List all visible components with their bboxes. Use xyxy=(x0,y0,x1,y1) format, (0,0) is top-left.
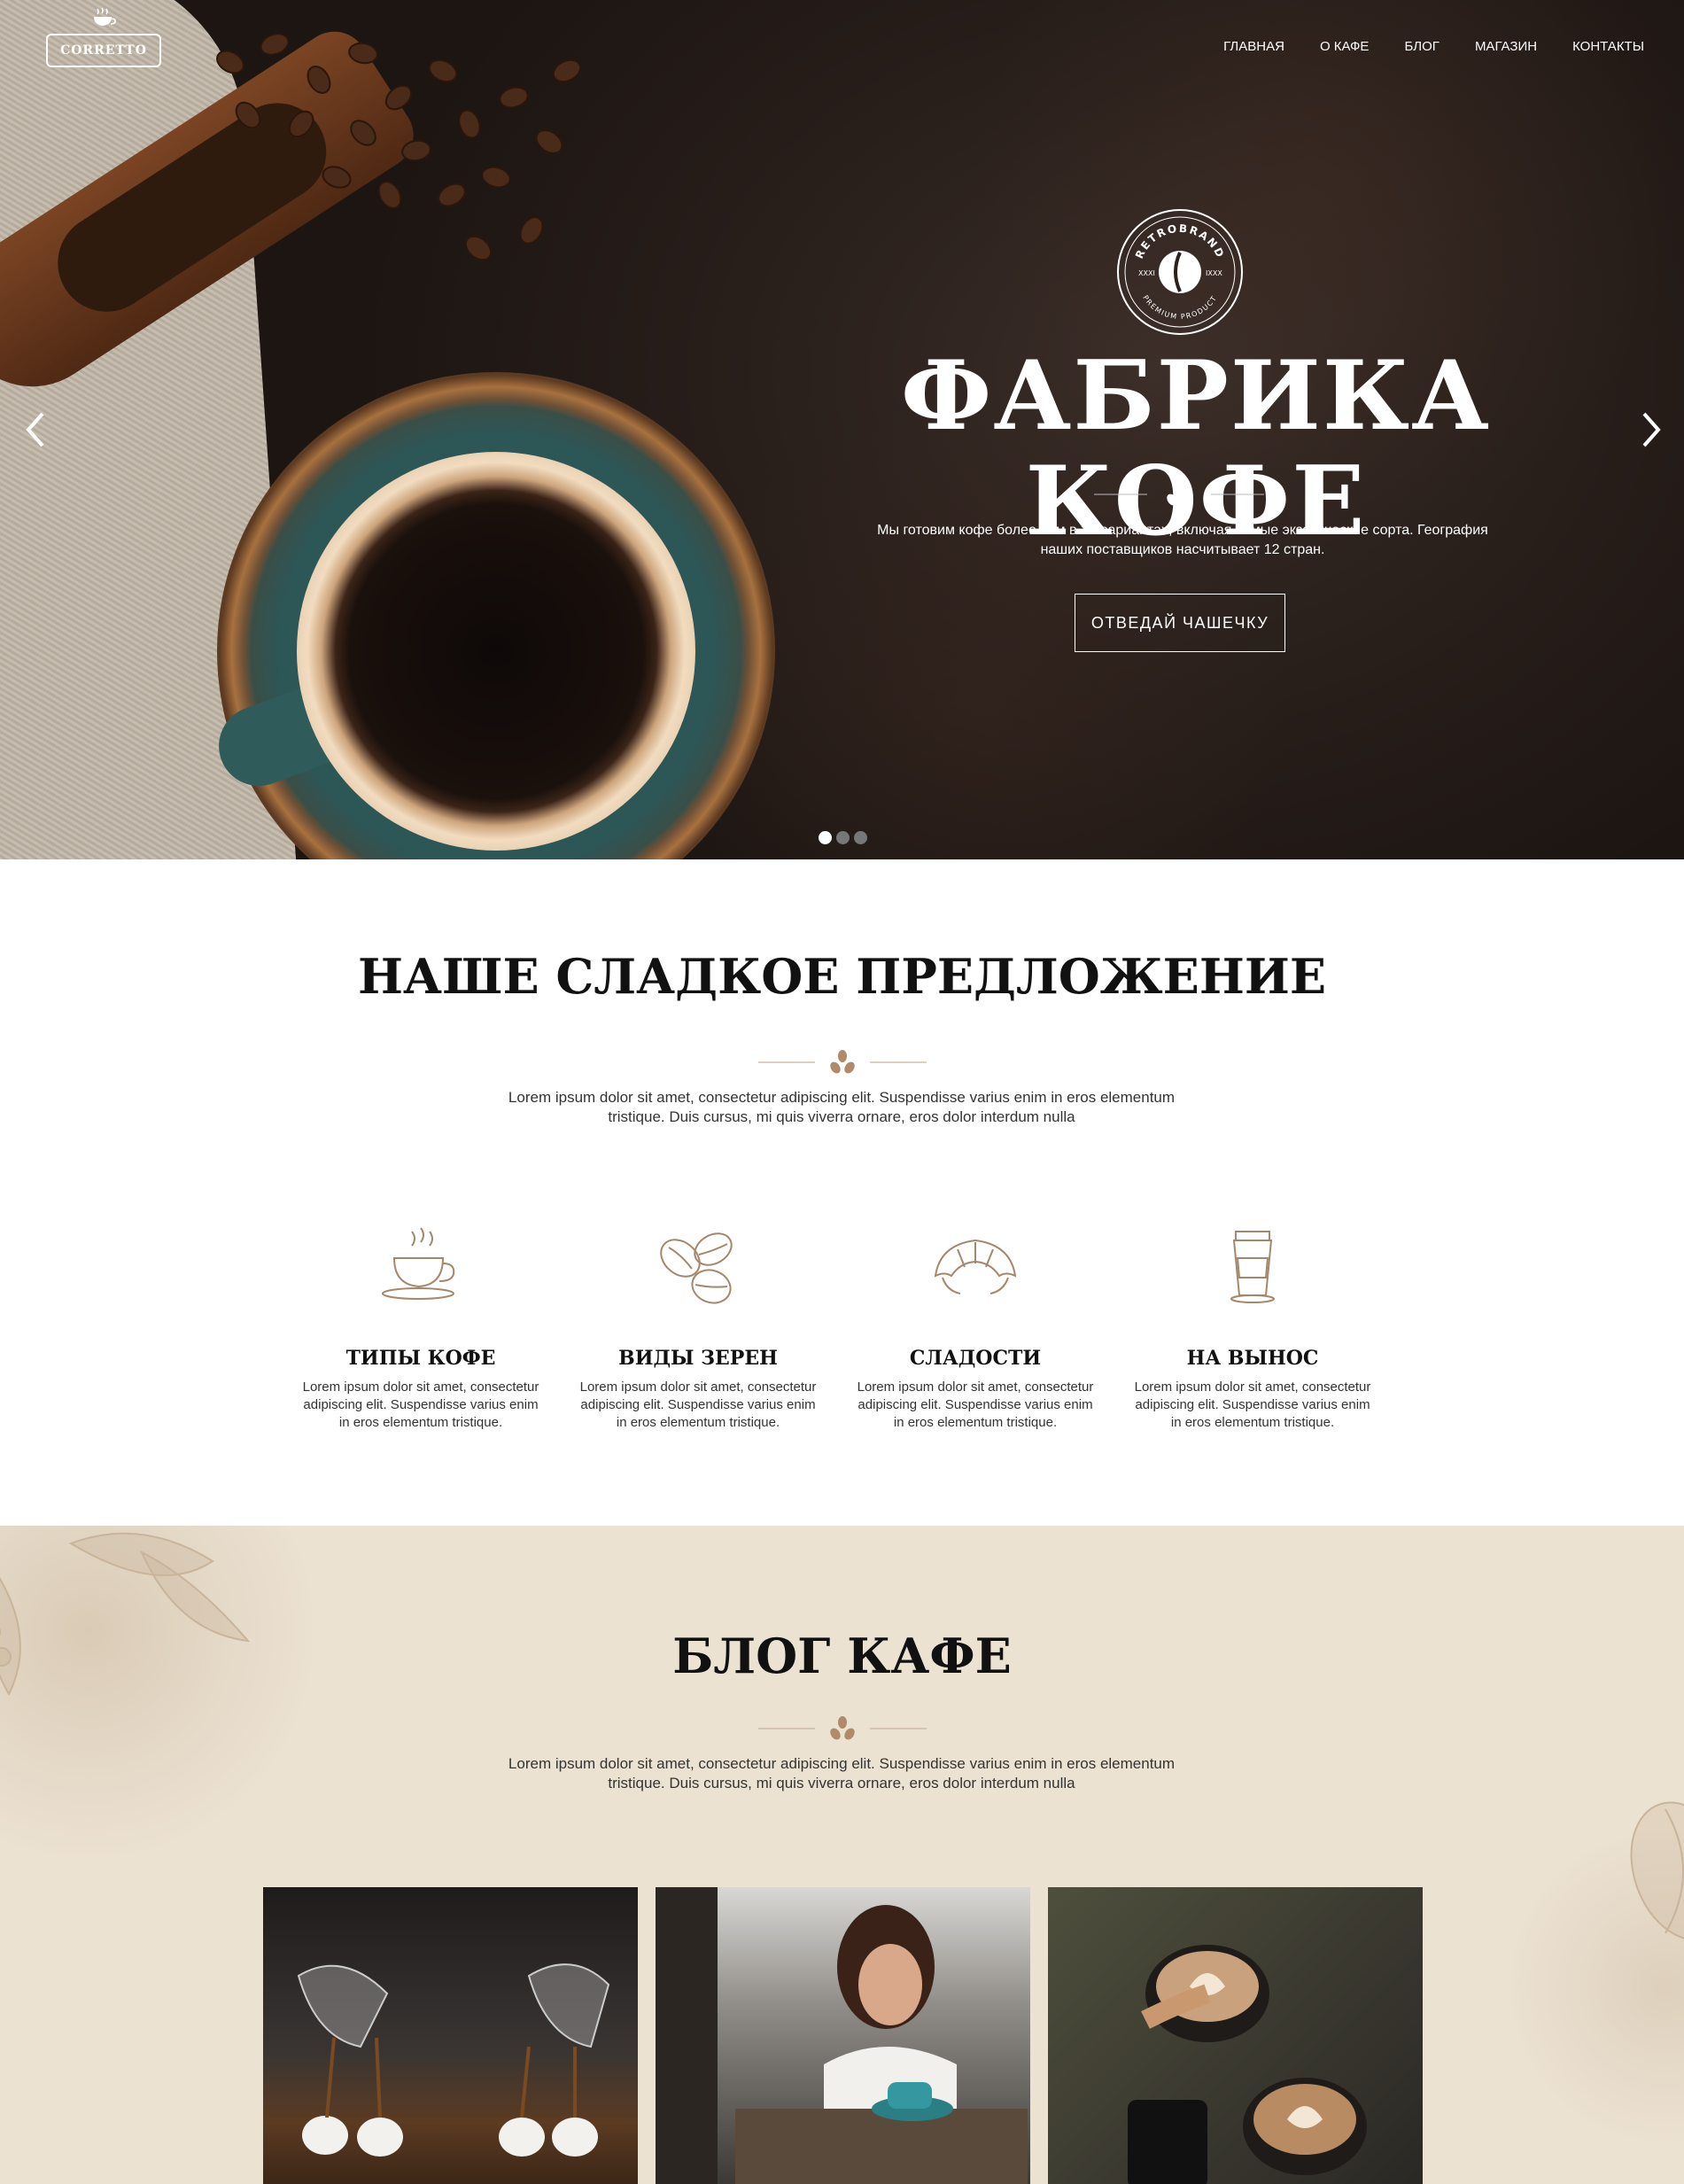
takeaway-cup-icon xyxy=(1230,1231,1275,1303)
main-nav: ГЛАВНАЯ О КАФЕ БЛОГ МАГАЗИН КОНТАКТЫ xyxy=(1223,39,1644,54)
offer-divider xyxy=(758,1050,927,1074)
blog-card-image-latte-art[interactable] xyxy=(1048,1887,1423,2184)
coffee-cup-image xyxy=(297,452,695,851)
slider-dot[interactable] xyxy=(854,831,867,844)
feature-title: НА ВЫНОС xyxy=(1186,1347,1319,1370)
feature-text: Lorem ipsum dolor sit amet, consectetur … xyxy=(302,1380,539,1430)
beans-divider-icon xyxy=(830,1050,855,1074)
coffee-cup-icon xyxy=(382,1227,455,1300)
offer-section: НАШЕ СЛАДКОЕ ПРЕДЛОЖЕНИЕ Lorem ipsum dol… xyxy=(0,859,1684,1526)
blog-description: Lorem ipsum dolor sit amet, consectetur … xyxy=(508,1755,1176,1792)
coffee-beans-image xyxy=(216,33,582,261)
hero-divider xyxy=(1094,483,1264,506)
feature-item: ТИПЫ КОФЕ Lorem ipsum dolor sit amet, co… xyxy=(297,1223,545,1432)
features-list: ТИПЫ КОФЕ Lorem ipsum dolor sit amet, co… xyxy=(297,1223,1377,1432)
nav-item-home[interactable]: ГЛАВНАЯ xyxy=(1223,39,1284,54)
site-logo[interactable]: CORRETTO xyxy=(46,7,161,67)
feature-title: ВИДЫ ЗЕРЕН xyxy=(618,1347,778,1370)
badge-left-text: XXXI xyxy=(1138,269,1155,277)
try-cup-button[interactable]: ОТВЕДАЙ ЧАШЕЧКУ xyxy=(1075,594,1285,652)
feature-item: СЛАДОСТИ Lorem ipsum dolor sit amet, con… xyxy=(851,1223,1099,1432)
blog-title: БЛОГ КАФЕ xyxy=(672,1628,1012,1684)
hero-slider: CORRETTO ГЛАВНАЯ О КАФЕ БЛОГ МАГАЗИН КОН… xyxy=(0,0,1684,859)
hero-description: Мы готовим кофе более чем в 30 вариантах… xyxy=(877,523,1488,557)
feature-text: Lorem ipsum dolor sit amet, consectetur … xyxy=(857,1380,1094,1430)
logo-cup-icon xyxy=(94,7,116,26)
nav-item-contacts[interactable]: КОНТАКТЫ xyxy=(1572,39,1644,54)
blog-cards xyxy=(263,1887,1423,2184)
nav-item-blog[interactable]: БЛОГ xyxy=(1404,39,1439,54)
blog-section: БЛОГ КАФЕ Lorem ipsum dolor sit amet, co… xyxy=(0,1526,1684,2184)
offer-description: Lorem ipsum dolor sit amet, consectetur … xyxy=(508,1089,1176,1125)
feature-text: Lorem ipsum dolor sit amet, consectetur … xyxy=(1134,1380,1371,1430)
feature-title: СЛАДОСТИ xyxy=(909,1347,1042,1370)
badge-right-text: IXXX xyxy=(1206,269,1222,277)
nav-item-about[interactable]: О КАФЕ xyxy=(1320,39,1370,54)
blog-card-image-cafe-woman[interactable] xyxy=(656,1887,1030,2184)
feature-item: ВИДЫ ЗЕРЕН Lorem ipsum dolor sit amet, c… xyxy=(574,1223,822,1432)
badge-bottom-text: PREMIUM PRODUCT xyxy=(1141,294,1217,321)
blog-divider xyxy=(758,1716,927,1740)
svg-text:PREMIUM PRODUCT: PREMIUM PRODUCT xyxy=(1141,294,1218,321)
coffee-beans-icon xyxy=(660,1232,733,1304)
feature-item: НА ВЫНОС Lorem ipsum dolor sit amet, con… xyxy=(1129,1223,1377,1432)
offer-title: НАШЕ СЛАДКОЕ ПРЕДЛОЖЕНИЕ xyxy=(357,948,1327,1005)
feature-text: Lorem ipsum dolor sit amet, consectetur … xyxy=(579,1380,817,1430)
nav-item-shop[interactable]: МАГАЗИН xyxy=(1475,39,1537,54)
retrobrand-badge: RETROBRAND PREMIUM PRODUCT XXXI IXXX xyxy=(1117,209,1243,335)
logo-text: CORRETTO xyxy=(60,43,147,58)
slider-dot[interactable] xyxy=(819,831,832,844)
croissant-icon xyxy=(934,1239,1017,1294)
slider-next-arrow-icon[interactable] xyxy=(1637,403,1667,456)
slider-dots xyxy=(819,831,867,844)
feature-title: ТИПЫ КОФЕ xyxy=(345,1347,496,1370)
beans-divider-icon xyxy=(830,1716,855,1740)
slider-dot[interactable] xyxy=(836,831,850,844)
blog-card-image-pour-over[interactable] xyxy=(263,1887,638,2184)
slider-prev-arrow-icon[interactable] xyxy=(19,403,50,456)
coffee-bean-illustration xyxy=(1630,1801,1684,1941)
beans-divider-icon xyxy=(1167,483,1191,506)
